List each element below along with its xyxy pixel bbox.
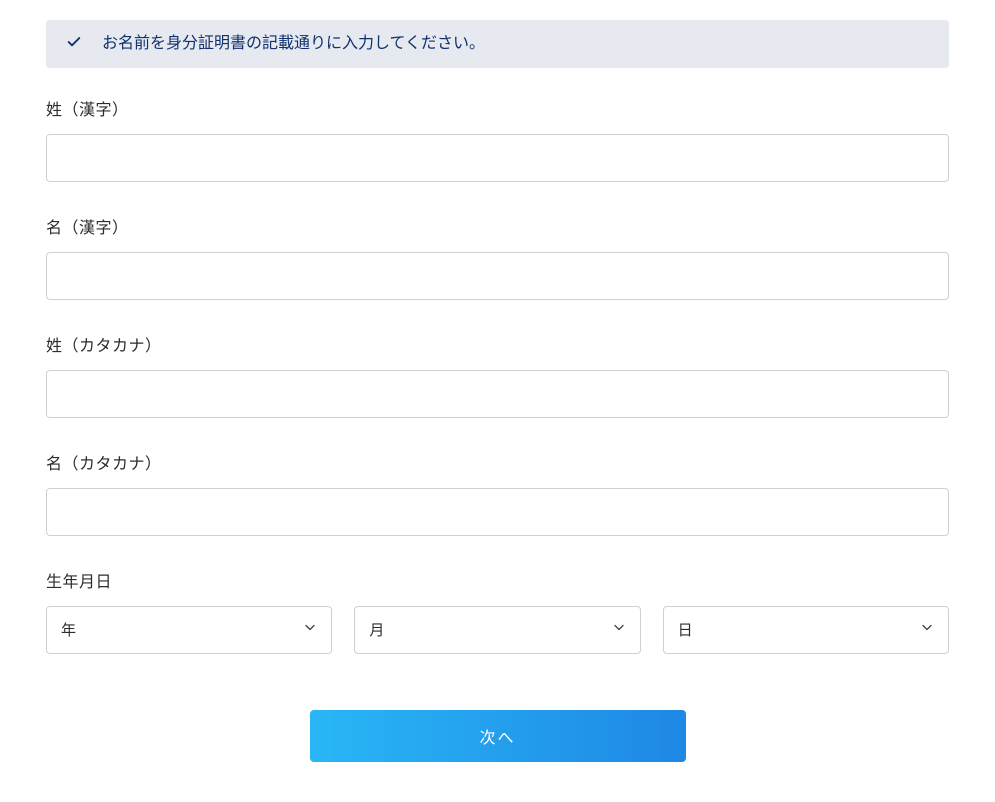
form-group-last-name-kanji: 姓（漢字） [46,96,949,182]
last-name-kanji-input[interactable] [46,134,949,182]
year-select[interactable]: 年 [46,606,332,654]
submit-row: 次へ [46,710,949,762]
day-select-wrapper: 日 [663,606,949,654]
month-select[interactable]: 月 [354,606,640,654]
form-group-first-name-kanji: 名（漢字） [46,214,949,300]
year-select-wrapper: 年 [46,606,332,654]
form-group-last-name-katakana: 姓（カタカナ） [46,332,949,418]
info-banner: お名前を身分証明書の記載通りに入力してください。 [46,20,949,68]
banner-text: お名前を身分証明書の記載通りに入力してください。 [102,32,485,56]
dob-row: 年 月 日 [46,606,949,654]
check-icon [66,34,82,55]
first-name-kanji-input[interactable] [46,252,949,300]
first-name-kanji-label: 名（漢字） [46,214,949,238]
first-name-katakana-label: 名（カタカナ） [46,450,949,474]
form-group-dob: 生年月日 年 月 日 [46,568,949,654]
month-select-wrapper: 月 [354,606,640,654]
last-name-katakana-input[interactable] [46,370,949,418]
first-name-katakana-input[interactable] [46,488,949,536]
form-group-first-name-katakana: 名（カタカナ） [46,450,949,536]
last-name-katakana-label: 姓（カタカナ） [46,332,949,356]
last-name-kanji-label: 姓（漢字） [46,96,949,120]
next-button[interactable]: 次へ [310,710,686,762]
dob-label: 生年月日 [46,568,949,592]
day-select[interactable]: 日 [663,606,949,654]
